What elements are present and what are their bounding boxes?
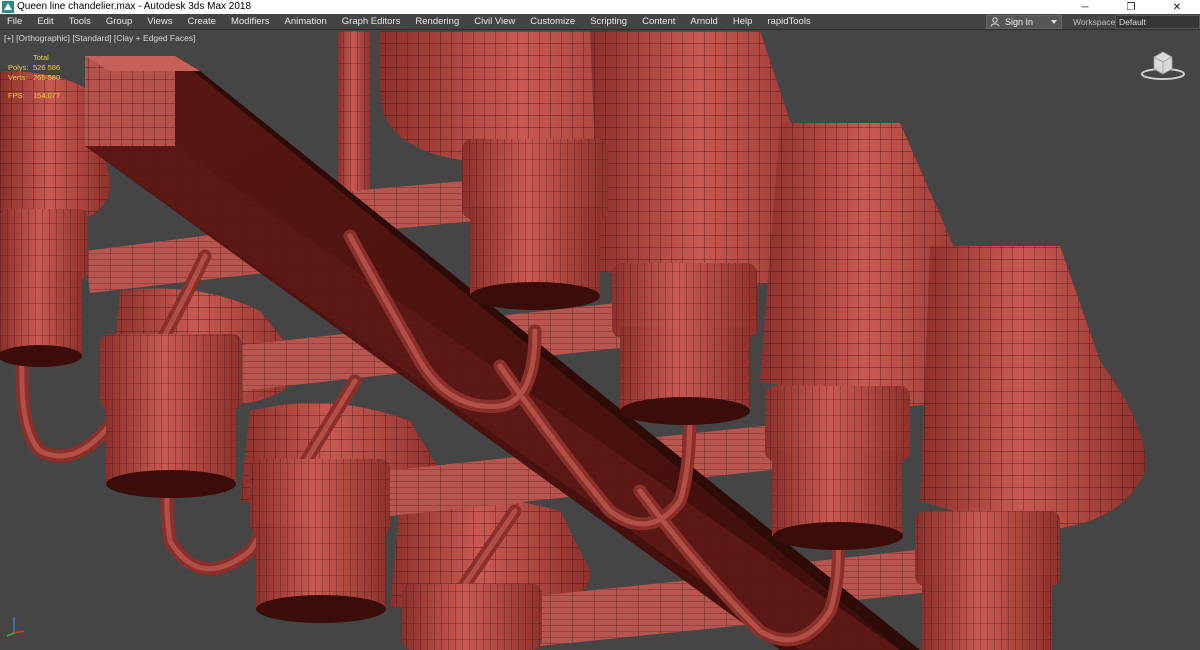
title-bar: Queen line chandelier.max - Autodesk 3ds… (0, 0, 1200, 14)
viewport-shading-menu[interactable]: [Clay + Edged Faces] (114, 33, 196, 43)
viewport-view-menu[interactable]: [Orthographic] (16, 33, 70, 43)
stats-fps-value: 154.077 (33, 91, 61, 100)
stats-fps-label: FPS: (8, 91, 25, 100)
menu-item-help[interactable]: Help (726, 14, 761, 30)
chandelier-model-render (0, 31, 1146, 650)
menu-item-civil-view[interactable]: Civil View (467, 14, 523, 30)
viewport-statistics: Total Polys: 526 586 Verts: 265 580 FPS: 15… (8, 53, 73, 101)
close-button[interactable]: ✕ (1154, 0, 1200, 14)
menu-item-graph-editors[interactable]: Graph Editors (335, 14, 409, 30)
menu-bar: File Edit Tools Group Views Create Modifiers An… (0, 14, 1200, 30)
menu-item-views[interactable]: Views (140, 14, 180, 30)
menu-item-customize[interactable]: Customize (523, 14, 583, 30)
menu-item-modifiers[interactable]: Modifiers (224, 14, 278, 30)
restore-button[interactable]: ❐ (1108, 0, 1154, 14)
window-title: Queen line chandelier.max - Autodesk 3ds… (17, 1, 252, 12)
menu-item-create[interactable]: Create (180, 14, 224, 30)
stats-verts-label: Verts: (8, 73, 28, 82)
menu-item-file[interactable]: File (0, 14, 30, 30)
menu-item-rapidtools[interactable]: rapidTools (760, 14, 818, 30)
user-icon (990, 17, 1000, 27)
sign-in-dropdown[interactable]: Sign In (986, 15, 1062, 29)
menu-item-scripting[interactable]: Scripting (583, 14, 635, 30)
stats-total-label: Total (33, 53, 49, 62)
axis-tripod-icon (6, 617, 25, 637)
menu-item-content[interactable]: Content (635, 14, 683, 30)
menu-item-tools[interactable]: Tools (62, 14, 99, 30)
stats-polys-label: Polys: (8, 63, 29, 72)
viewport-camera-menu[interactable]: [Standard] (72, 33, 111, 43)
sign-in-label: Sign In (1005, 17, 1034, 27)
menu-item-group[interactable]: Group (99, 14, 140, 30)
menu-item-rendering[interactable]: Rendering (408, 14, 467, 30)
perspective-viewport[interactable]: [+] [Orthographic] [Standard] [Clay + Ed… (0, 31, 1200, 650)
workspace-select[interactable]: Default (1115, 15, 1200, 29)
minimize-button[interactable]: ─ (1062, 0, 1108, 14)
menu-item-arnold[interactable]: Arnold (683, 14, 725, 30)
menu-item-edit[interactable]: Edit (30, 14, 61, 30)
main-menu: File Edit Tools Group Views Create Modifiers An… (0, 14, 819, 30)
menu-item-animation[interactable]: Animation (278, 14, 335, 30)
chevron-down-icon (1051, 20, 1057, 24)
3dsmax-logo-icon (2, 1, 14, 13)
stats-verts-value: 265 580 (33, 73, 61, 82)
viewport-menu-plus[interactable]: [+] (4, 33, 14, 43)
viewport-label: [+] [Orthographic] [Standard] [Clay + Ed… (4, 33, 195, 43)
viewcube-icon[interactable] (1138, 47, 1188, 81)
stats-polys-value: 526 586 (33, 63, 61, 72)
